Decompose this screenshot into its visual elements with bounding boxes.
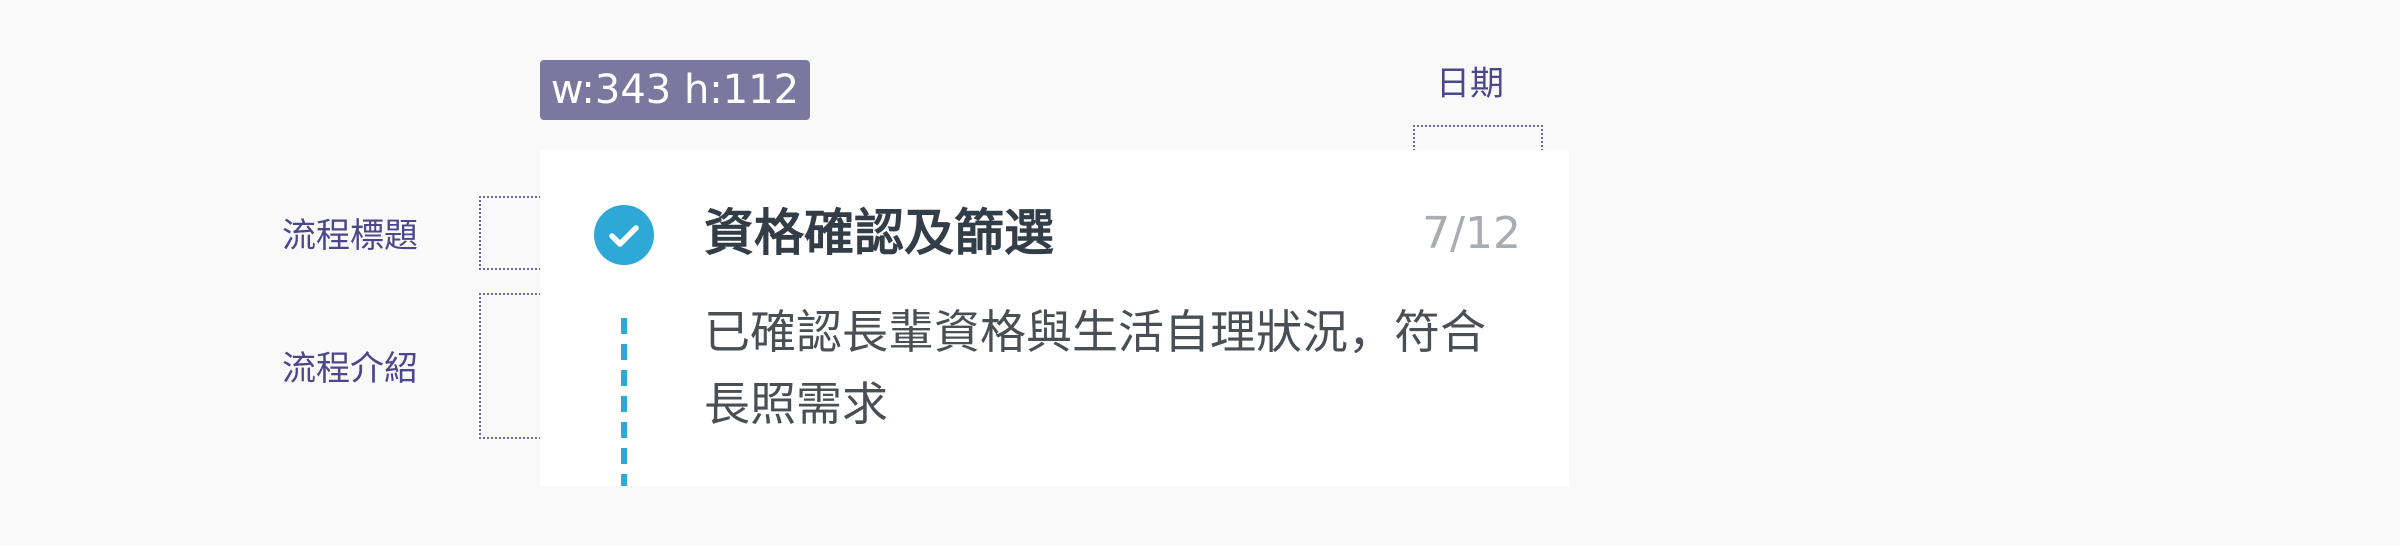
annotation-description-bracket: [479, 293, 541, 439]
step-description: 已確認長輩資格與生活自理狀況，符合長照需求: [704, 305, 1486, 431]
check-circle-icon: [594, 205, 654, 265]
dimension-badge: w:343 h:112: [540, 60, 810, 120]
step-date: 7/12: [1422, 208, 1521, 259]
annotation-title-label: 流程標題: [282, 216, 418, 256]
spec-canvas: w:343 h:112 日期 流程標題 流程介紹 資格確認及篩選 7/12 已確…: [0, 0, 2400, 546]
annotation-description-label: 流程介紹: [282, 349, 418, 389]
annotation-title-bracket: [479, 196, 541, 270]
step-title: 資格確認及篩選: [704, 204, 1054, 262]
annotation-date-label: 日期: [1436, 64, 1504, 104]
timeline-step-card: 資格確認及篩選 7/12 已確認長輩資格與生活自理狀況，符合長照需求: [540, 150, 1569, 486]
timeline-connector-line: [621, 318, 627, 486]
